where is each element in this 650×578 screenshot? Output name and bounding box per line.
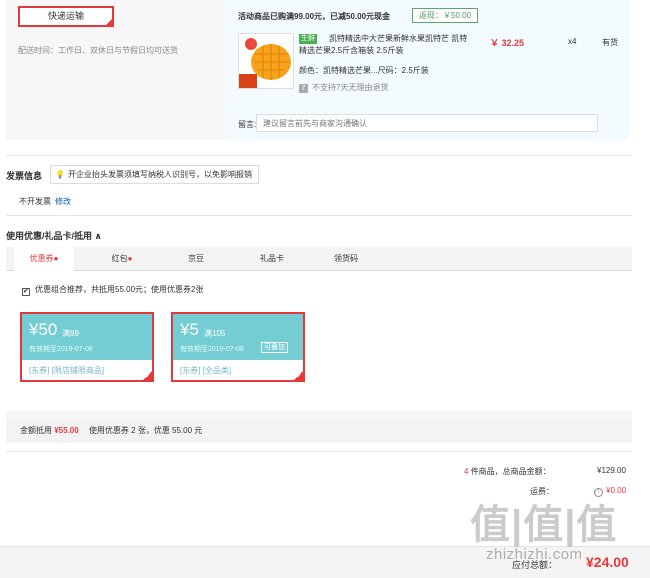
product-quantity: x4 (568, 37, 577, 46)
watermark-logo: 值|值|值 (470, 503, 618, 547)
items-text: 件商品，总商品金额： (470, 467, 551, 476)
watermark-url: zhizhizhi.com (486, 546, 583, 563)
coupon-summary-label: 金额抵用 (20, 426, 52, 435)
product-spec: 颜色：凯特精选芒果...尺码：2.5斤装 (299, 66, 429, 75)
combo-recommend[interactable]: ✔ 优惠组合推荐，共抵用55.00元；使用优惠券2张 (22, 284, 203, 296)
coupon-summary-amount: ¥55.00 (54, 426, 79, 435)
coupon-amount: ¥5 (180, 320, 199, 339)
coupon-expiry: 有效期至2019-07-08 (180, 346, 244, 353)
check-icon: ✓ (145, 373, 151, 380)
lightbulb-icon: 💡 (55, 170, 65, 179)
product-title[interactable]: 凯特精选中大芒果新鲜水果凯特芒 凯特精选芒果2.5斤含箱装 2.5斤装 (299, 33, 469, 57)
tab-dot-icon: ● (53, 254, 59, 263)
coupon-condition: 满99 (62, 329, 79, 338)
promo-title: 活动商品已购满99.00元，已减50.00元现金 (238, 12, 391, 21)
product-stock: 有货 (602, 38, 618, 47)
check-icon: ✓ (296, 373, 302, 380)
no-return-icon: 7 (299, 84, 308, 93)
message-label: 留言: (238, 120, 257, 129)
invoice-value-text: 不开发票 (19, 197, 51, 206)
return-policy-text: 不支持7天无理由退货 (312, 83, 389, 92)
coupon-summary: 金额抵用 ¥55.00 使用优惠券 2 张，优惠 55.00 元 (20, 425, 202, 436)
items-count: 4 (464, 467, 469, 476)
divider (6, 451, 632, 452)
promo-cashback-badge: 返现：￥50.00 (412, 8, 479, 23)
invoice-tip-text: 开企业抬头发票须填写纳税人识别号，以免影响报销 (67, 170, 252, 179)
invoice-tip: 💡 开企业抬头发票须填写纳税人识别号，以免影响报销 (50, 165, 259, 184)
coupon-tabs: 优惠券● 红包● 京豆 礼品卡 领货码 (6, 247, 632, 272)
checkbox-checked-icon[interactable]: ✔ (22, 288, 30, 296)
coupon-expiry: 有效期至2019-07-08 (29, 346, 93, 353)
coupon-amount: ¥50 (29, 320, 58, 339)
message-input[interactable] (256, 114, 598, 132)
mango-image-icon (239, 34, 293, 88)
tab-coupons[interactable]: 优惠券● (14, 247, 74, 272)
tab-dot-icon: ● (127, 254, 133, 263)
coupon-summary-text: 使用优惠券 2 张，优惠 55.00 元 (88, 426, 203, 435)
pay-total-value: ¥24.00 (586, 554, 629, 570)
coupon-card[interactable]: ¥5 满105 有效期至2019-07-08 可叠加 [东券] [全品类] ✓ (171, 312, 305, 382)
coupon-scope: [东券] [限店铺限商品] (29, 366, 105, 375)
product-image[interactable] (238, 33, 294, 89)
delivery-time-text: 配送时间：工作日、双休日与节假日均可送货 (18, 46, 178, 55)
tab-redeem-code[interactable]: 领货码 (316, 247, 376, 271)
invoice-title: 发票信息 (6, 171, 43, 181)
coupon-scope: [东券] [全品类] (180, 366, 232, 375)
tab-red-packet[interactable]: 红包● (92, 247, 152, 271)
shipping-method-button[interactable]: 快递运输 (18, 6, 114, 27)
items-summary: 4 件商品，总商品金额： (464, 466, 551, 477)
stackable-badge: 可叠加 (261, 342, 288, 353)
fresh-tag: 生鲜 (299, 34, 317, 44)
selected-corner-icon (104, 17, 114, 27)
tab-gift-card[interactable]: 礼品卡 (242, 247, 302, 271)
tab-jd-beans[interactable]: 京豆 (166, 247, 226, 271)
shipping-method-label: 快递运输 (47, 11, 84, 21)
invoice-value: 不开发票 修改 (19, 196, 71, 207)
coupon-condition: 满105 (204, 329, 226, 338)
product-price: ￥ 32.25 (490, 38, 525, 48)
divider (6, 155, 632, 156)
return-policy: 7 不支持7天无理由退货 (299, 82, 388, 93)
coupon-header: ¥50 满99 有效期至2019-07-08 (22, 314, 152, 360)
coupons-title[interactable]: 使用优惠/礼品卡/抵用 ∧ (6, 229, 102, 242)
coupon-card[interactable]: ¥50 满99 有效期至2019-07-08 [东券] [限店铺限商品] ✓ (20, 312, 154, 382)
items-value: ¥129.00 (597, 466, 626, 475)
divider (6, 215, 632, 216)
invoice-edit-link[interactable]: 修改 (55, 197, 71, 206)
combo-text: 优惠组合推荐，共抵用55.00元；使用优惠券2张 (35, 285, 204, 294)
coupon-header: ¥5 满105 有效期至2019-07-08 可叠加 (173, 314, 303, 360)
